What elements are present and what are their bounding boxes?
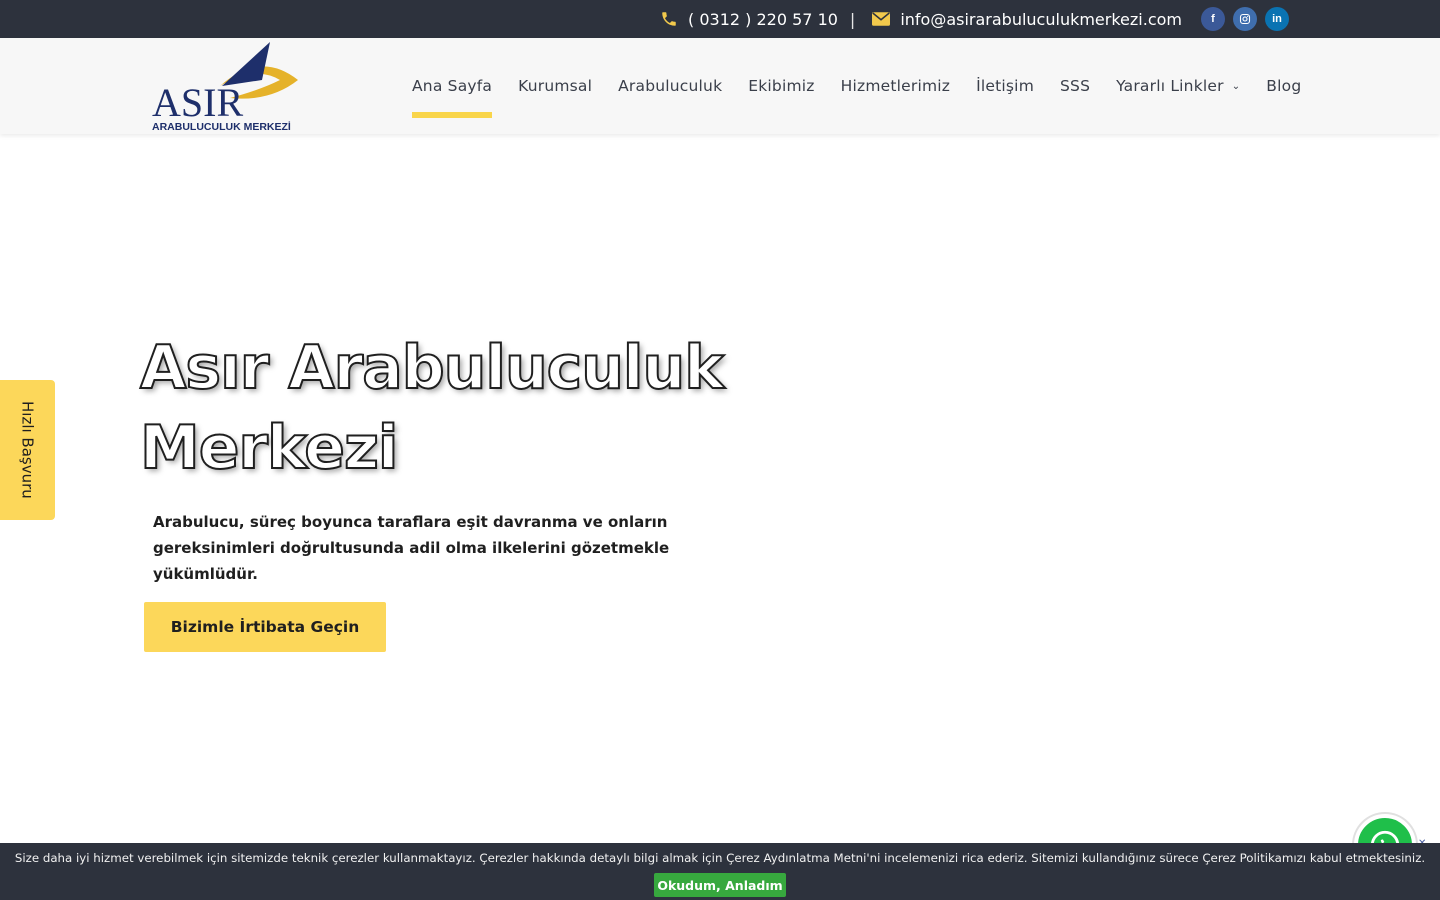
chevron-down-icon: ⌄ xyxy=(1231,80,1241,92)
hero-title: Asır Arabuluculuk Merkezi xyxy=(139,328,840,488)
nav-item-ekibimiz[interactable]: Ekibimiz xyxy=(748,38,814,134)
cookie-accept-button[interactable]: Okudum, Anladım xyxy=(654,873,786,897)
phone-number[interactable]: ( 0312 ) 220 57 10 xyxy=(688,10,838,29)
quick-apply-label: Hızlı Başvuru xyxy=(18,401,37,499)
logo-subtitle: ARABULUCULUK MERKEZİ xyxy=(152,120,291,132)
nav-item-label: Hizmetlerimiz xyxy=(840,77,951,95)
nav-item-label: Arabuluculuk xyxy=(618,77,723,95)
hero-title-line2: Merkezi xyxy=(139,412,399,484)
nav-item-label: SSS xyxy=(1060,77,1091,95)
contact-info: ( 0312 ) 220 57 10 | info@asirarabulucul… xyxy=(659,0,1182,38)
contact-cta-button[interactable]: Bizimle İrtibata Geçin xyxy=(144,602,386,652)
cookie-text: Size daha iyi hizmet verebilmek için sit… xyxy=(14,851,1426,865)
instagram-icon[interactable] xyxy=(1233,7,1257,31)
nav-item-iletisim[interactable]: İletişim xyxy=(976,38,1034,134)
nav-item-ana-sayfa[interactable]: Ana Sayfa xyxy=(412,38,493,134)
phone-icon xyxy=(659,9,679,29)
nav-item-label: İletişim xyxy=(976,77,1034,95)
nav-item-kurumsal[interactable]: Kurumsal xyxy=(518,38,592,134)
nav-item-arabuluculuk[interactable]: Arabuluculuk xyxy=(618,38,722,134)
main-nav: Ana Sayfa Kurumsal Arabuluculuk Ekibimiz… xyxy=(412,38,1301,134)
logo-brand: ASIR xyxy=(152,80,243,125)
cookie-banner: Size daha iyi hizmet verebilmek için sit… xyxy=(0,843,1440,900)
nav-item-yararli-linkler[interactable]: Yararlı Linkler ⌄ xyxy=(1116,38,1240,134)
nav-item-sss[interactable]: SSS xyxy=(1060,38,1090,134)
nav-item-label: Kurumsal xyxy=(518,77,593,95)
hero-title-line1: Asır Arabuluculuk xyxy=(139,332,725,404)
site-logo[interactable]: ASIR ARABULUCULUK MERKEZİ xyxy=(150,40,302,133)
social-links: f in xyxy=(1201,7,1289,31)
linkedin-icon[interactable]: in xyxy=(1265,7,1289,31)
email-link[interactable]: info@asirarabuluculukmerkezi.com xyxy=(900,10,1182,29)
nav-item-label: Ekibimiz xyxy=(748,77,815,95)
site-header: ASIR ARABULUCULUK MERKEZİ Ana Sayfa Kuru… xyxy=(0,38,1440,134)
nav-item-label: Yararlı Linkler xyxy=(1116,77,1224,95)
envelope-icon xyxy=(871,9,891,29)
facebook-icon[interactable]: f xyxy=(1201,7,1225,31)
nav-item-hizmetlerimiz[interactable]: Hizmetlerimiz xyxy=(841,38,950,134)
nav-item-label: Blog xyxy=(1266,77,1302,95)
nav-item-blog[interactable]: Blog xyxy=(1266,38,1301,134)
hero-subtitle: Arabulucu, süreç boyunca taraflara eşit … xyxy=(153,513,670,583)
contact-separator: | xyxy=(849,9,856,29)
top-bar: ( 0312 ) 220 57 10 | info@asirarabulucul… xyxy=(0,0,1440,38)
nav-item-label: Ana Sayfa xyxy=(412,77,493,95)
quick-apply-tab[interactable]: Hızlı Başvuru xyxy=(0,380,55,520)
